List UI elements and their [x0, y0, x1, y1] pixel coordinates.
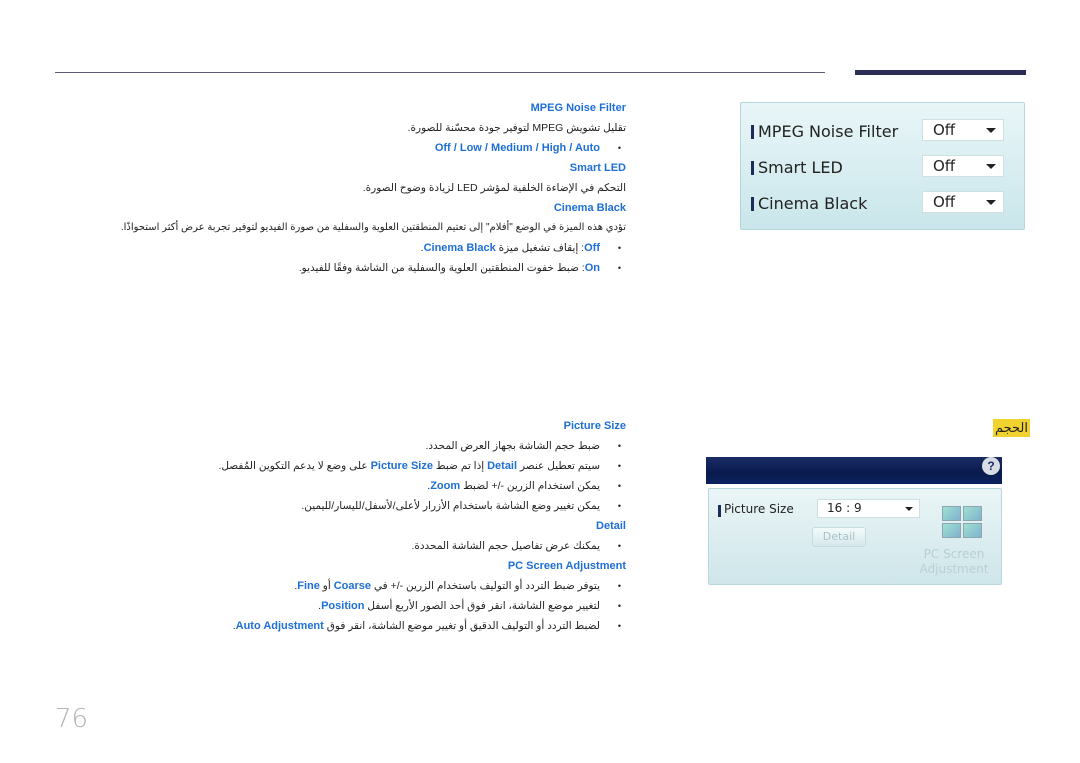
- picture-size-keyword: Picture Size: [370, 460, 433, 472]
- pc-screen-adjustment-label[interactable]: PC Screen Adjustment: [909, 547, 999, 577]
- row-marker: [751, 125, 754, 139]
- on-keyword: On: [584, 262, 600, 274]
- cinema-black-description: تؤدي هذه الميزة في الوضع "أفلام" إلى تعت…: [120, 222, 626, 233]
- mpeg-noise-filter-row: MPEG Noise Filter Off: [751, 119, 1016, 145]
- cinema-black-select[interactable]: Off: [922, 191, 1004, 213]
- heading-pc-screen-adjustment: PC Screen Adjustment: [507, 560, 626, 572]
- pcsa-bullet-2: لتغيير موضع الشاشة، انقر فوق أحد الصور ا…: [156, 596, 626, 616]
- pcsa-bullet-3: لضبط التردد أو التوليف الدقيق أو تغيير م…: [156, 616, 626, 636]
- text: يمكن استخدام الزرين -/+ لضبط: [460, 480, 600, 492]
- pcsa-bullet-1: يتوفر ضبط التردد أو التوليف باستخدام الز…: [156, 576, 626, 596]
- heading-detail: Detail: [596, 520, 626, 532]
- header-accent-bar: [855, 70, 1026, 75]
- row-marker: [718, 505, 721, 517]
- size-highlight-label: الحجم: [993, 419, 1031, 437]
- select-value: Off: [933, 121, 956, 139]
- chevron-down-icon: [905, 507, 913, 511]
- panel-title-bar: ?: [706, 457, 1002, 484]
- label-line: PC Screen: [923, 547, 985, 561]
- on-text: : ضبط خفوت المنطقتين العلوية والسفلية من…: [298, 262, 585, 274]
- chevron-down-icon: [986, 164, 996, 169]
- chevron-down-icon: [986, 128, 996, 133]
- text: لضبط التردد أو التوليف الدقيق أو تغيير م…: [323, 620, 600, 632]
- text: إذا تم ضبط: [432, 460, 488, 472]
- smart-led-row: Smart LED Off: [751, 155, 1016, 181]
- panel-body: Picture Size 16 : 9 Detail PC Screen Adju…: [708, 488, 1002, 585]
- heading-mpeg-noise-filter: MPEG Noise Filter: [530, 102, 626, 114]
- page-number: 76: [55, 704, 89, 734]
- detail-keyword: Detail: [487, 460, 518, 472]
- mpeg-options-item: Off / Low / Medium / High / Auto: [156, 138, 626, 158]
- picture-size-label: Picture Size: [724, 502, 794, 516]
- picture-size-panel: ? Picture Size 16 : 9 Detail PC Screen Ad…: [706, 457, 1002, 585]
- cinema-off-item: Off: إيقاف تشغيل ميزة Cinema Black.: [156, 238, 626, 258]
- label-line: Adjustment: [919, 562, 989, 576]
- pc-screen-adjustment-icon[interactable]: [942, 506, 982, 538]
- heading-smart-led: Smart LED: [569, 162, 626, 174]
- select-value: 16 : 9: [827, 501, 862, 515]
- cinema-black-keyword: Cinema Black: [423, 242, 496, 254]
- cinema-black-row: Cinema Black Off: [751, 191, 1016, 217]
- zoom-keyword: Zoom: [430, 480, 461, 492]
- text: سيتم تعطيل عنصر: [517, 460, 600, 472]
- ps-bullet-2: سيتم تعطيل عنصر Detail إذا تم ضبط Pictur…: [156, 456, 626, 476]
- ps-bullet-1: ضبط حجم الشاشة بجهاز العرض المحدد.: [156, 436, 626, 456]
- select-value: Off: [933, 157, 956, 175]
- text: أو: [319, 580, 334, 592]
- position-keyword: Position: [321, 600, 365, 612]
- header-rule: [55, 72, 825, 73]
- mpeg-description: تقليل تشويش MPEG لتوفير جودة محسّنة للصو…: [407, 122, 626, 134]
- heading-picture-size: Picture Size: [563, 420, 626, 432]
- cinema-black-label: Cinema Black: [758, 194, 868, 213]
- heading-cinema-black: Cinema Black: [553, 202, 626, 214]
- text: يتوفر ضبط التردد أو التوليف باستخدام الز…: [370, 580, 600, 592]
- off-text: : إيقاف تشغيل ميزة: [495, 242, 585, 254]
- smart-led-label: Smart LED: [758, 158, 843, 177]
- detail-bullet-1: يمكنك عرض تفاصيل حجم الشاشة المحددة.: [156, 536, 626, 556]
- picture-options-panel: MPEG Noise Filter Off Smart LED Off Cine…: [740, 102, 1025, 230]
- smart-led-select[interactable]: Off: [922, 155, 1004, 177]
- mpeg-noise-filter-select[interactable]: Off: [922, 119, 1004, 141]
- row-marker: [751, 197, 754, 211]
- ps-bullet-3: يمكن استخدام الزرين -/+ لضبط Zoom.: [156, 476, 626, 496]
- help-icon[interactable]: ?: [982, 457, 1000, 475]
- auto-adjustment-keyword: Auto Adjustment: [235, 620, 324, 632]
- mpeg-noise-filter-label: MPEG Noise Filter: [758, 122, 899, 141]
- fine-keyword: Fine: [297, 580, 320, 592]
- cinema-on-item: On: ضبط خفوت المنطقتين العلوية والسفلية …: [156, 258, 626, 278]
- section-picture-size: Picture Size ضبط حجم الشاشة بجهاز العرض …: [156, 416, 626, 636]
- text: لتغيير موضع الشاشة، انقر فوق أحد الصور ا…: [364, 600, 600, 612]
- section-picture-options: MPEG Noise Filter تقليل تشويش MPEG لتوفي…: [120, 98, 626, 278]
- smart-led-description: التحكم في الإضاءة الخلفية لمؤشر LED لزيا…: [362, 182, 626, 194]
- select-value: Off: [933, 193, 956, 211]
- detail-button[interactable]: Detail: [812, 527, 866, 547]
- off-keyword: Off: [584, 242, 600, 254]
- text: على وضع لا يدعم التكوين المُفصل.: [218, 460, 371, 472]
- chevron-down-icon: [986, 200, 996, 205]
- mpeg-options: Off / Low / Medium / High / Auto: [434, 142, 600, 154]
- picture-size-select[interactable]: 16 : 9: [817, 499, 920, 518]
- coarse-keyword: Coarse: [333, 580, 371, 592]
- row-marker: [751, 161, 754, 175]
- ps-bullet-4: يمكن تغيير وضع الشاشة باستخدام الأزرار ل…: [156, 496, 626, 516]
